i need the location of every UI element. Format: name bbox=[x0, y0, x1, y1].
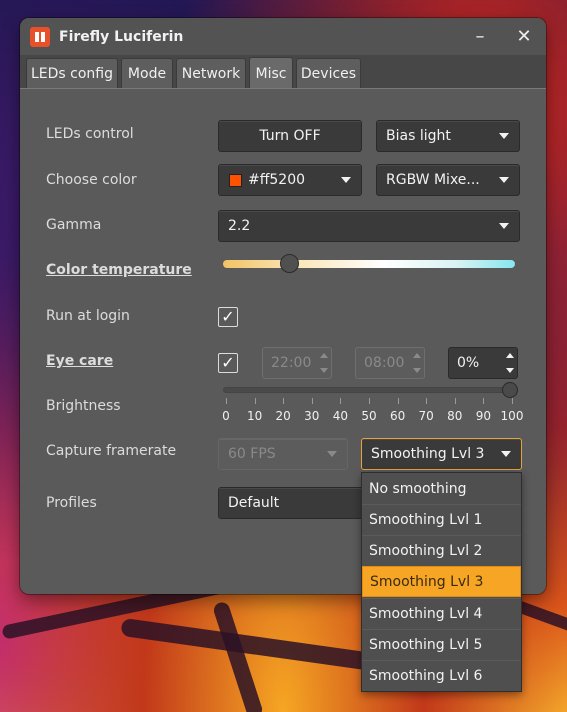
tab-misc[interactable]: Misc bbox=[249, 57, 293, 89]
brightness-tick bbox=[283, 398, 285, 404]
brightness-tick bbox=[454, 398, 456, 404]
color-temperature-thumb[interactable] bbox=[280, 254, 299, 273]
dropdown-option-smoothing-5[interactable]: Smoothing Lvl 5 bbox=[362, 629, 521, 660]
profiles-select[interactable]: Default bbox=[218, 487, 368, 519]
chevron-down-icon bbox=[501, 451, 511, 457]
chevron-down-icon bbox=[327, 451, 337, 457]
brightness-tick-label: 60 bbox=[389, 409, 406, 423]
brightness-tick-label: 20 bbox=[275, 409, 291, 423]
chevron-down-icon bbox=[499, 223, 509, 229]
brightness-tick bbox=[254, 398, 256, 404]
color-mode-select[interactable]: RGBW Mixe... bbox=[376, 164, 520, 196]
framerate-value: 60 FPS bbox=[228, 446, 276, 462]
tab-network[interactable]: Network bbox=[176, 58, 246, 88]
eye-care-start-time[interactable]: 22:00 bbox=[262, 347, 332, 379]
dropdown-option-smoothing-3[interactable]: Smoothing Lvl 3 bbox=[362, 566, 521, 597]
dropdown-option-smoothing-6[interactable]: Smoothing Lvl 6 bbox=[362, 660, 521, 691]
end-time-value: 08:00 bbox=[364, 355, 405, 371]
leds-control-label: LEDs control bbox=[46, 126, 134, 142]
spinner-arrows[interactable] bbox=[410, 348, 424, 378]
brightness-thumb[interactable] bbox=[502, 382, 518, 398]
brightness-tick-label: 40 bbox=[332, 409, 349, 423]
choose-color-label: Choose color bbox=[46, 172, 137, 188]
minimize-button[interactable]: – bbox=[458, 18, 502, 55]
run-at-login-label: Run at login bbox=[46, 308, 130, 324]
brightness-tick-label: 0 bbox=[222, 409, 230, 423]
brightness-tick-label: 100 bbox=[500, 409, 524, 423]
brightness-slider[interactable] bbox=[223, 387, 513, 393]
eye-care-percent[interactable]: 0% bbox=[448, 347, 518, 379]
decrement-icon[interactable] bbox=[320, 368, 328, 373]
capture-framerate-label: Capture framerate bbox=[46, 443, 177, 459]
dropdown-option-smoothing-1[interactable]: Smoothing Lvl 1 bbox=[362, 504, 521, 535]
run-at-login-checkbox[interactable]: ✓ bbox=[218, 307, 238, 327]
color-mode-value: RGBW Mixe... bbox=[386, 172, 480, 188]
color-value: #ff5200 bbox=[248, 172, 306, 188]
color-swatch bbox=[229, 173, 242, 187]
leds-mode-select[interactable]: Bias light bbox=[376, 120, 520, 152]
gamma-select[interactable]: 2.2 bbox=[218, 210, 520, 242]
smoothing-dropdown-list: No smoothing Smoothing Lvl 1 Smoothing L… bbox=[361, 472, 522, 692]
tab-divider bbox=[20, 88, 546, 89]
framerate-select[interactable]: 60 FPS bbox=[218, 438, 348, 470]
brightness-tick-label: 90 bbox=[475, 409, 492, 423]
color-picker[interactable]: #ff5200 bbox=[218, 164, 362, 196]
spinner-arrows[interactable] bbox=[317, 348, 331, 378]
dropdown-option-smoothing-4[interactable]: Smoothing Lvl 4 bbox=[362, 598, 521, 629]
start-time-value: 22:00 bbox=[271, 355, 312, 371]
color-temperature-label: Color temperature bbox=[46, 262, 192, 278]
brightness-tick-label: 30 bbox=[304, 409, 320, 423]
brightness-tick bbox=[369, 398, 370, 404]
smoothing-select[interactable]: Smoothing Lvl 3 bbox=[361, 438, 522, 470]
chevron-down-icon bbox=[499, 177, 509, 183]
close-button[interactable]: ✕ bbox=[502, 18, 546, 55]
chevron-down-icon bbox=[341, 177, 351, 183]
smoothing-value: Smoothing Lvl 3 bbox=[371, 446, 485, 462]
increment-icon[interactable] bbox=[320, 353, 328, 358]
tab-leds-config[interactable]: LEDs config bbox=[26, 58, 118, 88]
increment-icon[interactable] bbox=[413, 353, 421, 358]
brightness-tick-label: 80 bbox=[447, 409, 463, 423]
brightness-tick bbox=[426, 398, 428, 404]
brightness-tick-label: 50 bbox=[361, 409, 377, 423]
brightness-tick bbox=[483, 398, 485, 404]
tab-devices[interactable]: Devices bbox=[296, 58, 361, 88]
decrement-icon[interactable] bbox=[413, 368, 421, 373]
eye-care-end-time[interactable]: 08:00 bbox=[355, 347, 425, 379]
brightness-label: Brightness bbox=[46, 398, 121, 414]
brightness-tick bbox=[311, 398, 313, 404]
decrement-icon[interactable] bbox=[506, 368, 514, 373]
increment-icon[interactable] bbox=[506, 353, 514, 358]
eye-care-checkbox[interactable]: ✓ bbox=[218, 353, 238, 373]
brightness-tick bbox=[226, 398, 227, 404]
color-temperature-slider[interactable] bbox=[223, 260, 515, 268]
brightness-tick-label: 10 bbox=[246, 409, 263, 423]
profiles-label: Profiles bbox=[46, 495, 97, 511]
brightness-tick bbox=[340, 398, 342, 404]
profiles-value: Default bbox=[228, 495, 280, 511]
dropdown-option-no-smoothing[interactable]: No smoothing bbox=[362, 473, 521, 504]
spinner-arrows[interactable] bbox=[503, 348, 517, 378]
percent-value: 0% bbox=[457, 355, 480, 371]
brightness-tick-label: 70 bbox=[418, 409, 434, 423]
gamma-value: 2.2 bbox=[228, 218, 251, 234]
wallpaper-branch bbox=[211, 600, 265, 712]
turn-off-button[interactable]: Turn OFF bbox=[218, 120, 362, 152]
gamma-label: Gamma bbox=[46, 217, 102, 233]
brightness-tick bbox=[512, 398, 513, 404]
turn-off-label: Turn OFF bbox=[259, 128, 321, 144]
chevron-down-icon bbox=[499, 133, 509, 139]
tab-bar: LEDs config Mode Network Misc Devices bbox=[20, 55, 546, 89]
eye-care-label: Eye care bbox=[46, 353, 114, 369]
dropdown-option-smoothing-2[interactable]: Smoothing Lvl 2 bbox=[362, 535, 521, 566]
leds-mode-value: Bias light bbox=[386, 128, 451, 144]
app-logo-icon bbox=[30, 26, 50, 47]
tab-mode[interactable]: Mode bbox=[121, 58, 173, 88]
window-title: Firefly Luciferin bbox=[59, 28, 184, 45]
brightness-tick bbox=[397, 398, 399, 404]
